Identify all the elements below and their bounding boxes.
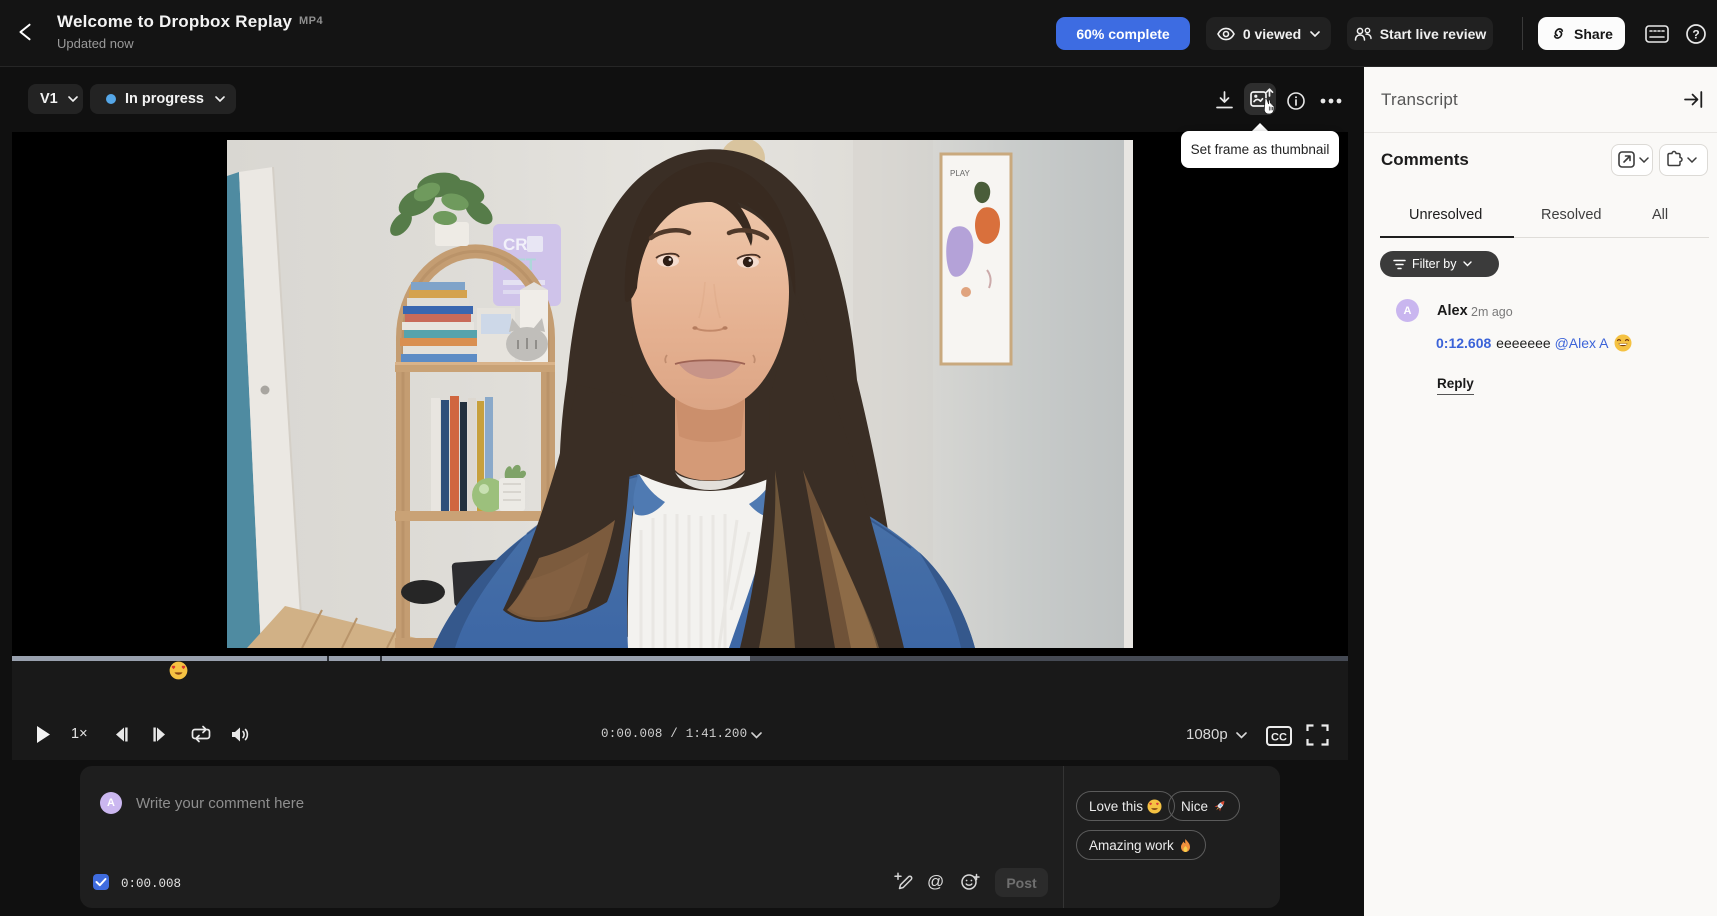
svg-text:?: ?: [1692, 28, 1699, 42]
svg-text:CR: CR: [503, 235, 528, 254]
svg-text:CC: CC: [1271, 732, 1287, 744]
svg-text:PLAY: PLAY: [950, 169, 971, 178]
